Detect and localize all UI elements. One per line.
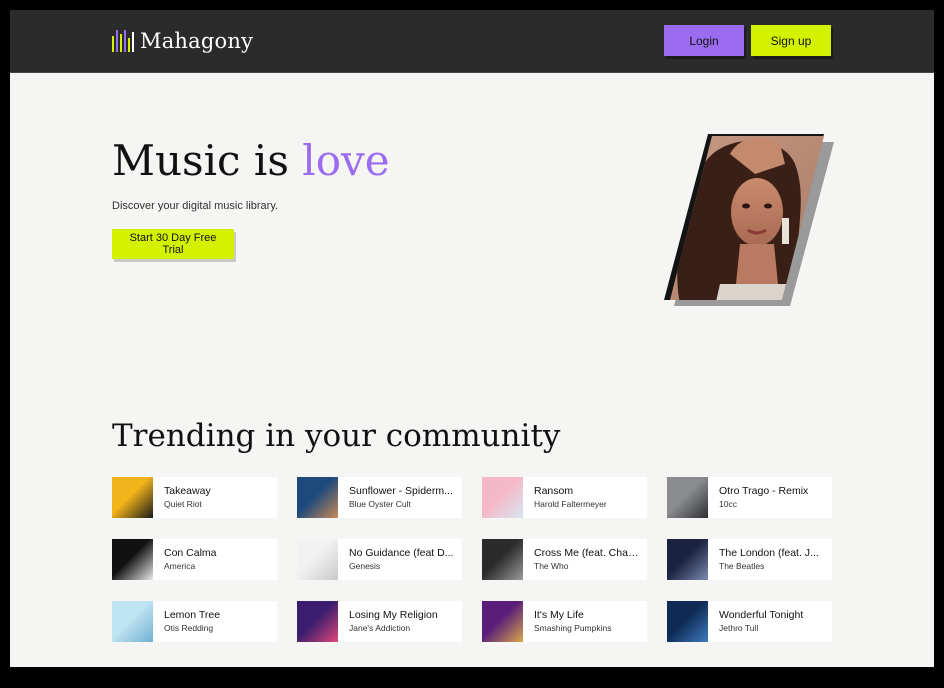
track-title: Con Calma xyxy=(164,547,217,559)
track-artist: Jane's Addiction xyxy=(349,623,411,633)
track-card[interactable]: Ransom Harold Faltermeyer xyxy=(482,477,647,518)
app-window: Mahagony Login Sign up Music is love Dis… xyxy=(10,10,934,667)
track-artist: Harold Faltermeyer xyxy=(534,499,607,509)
track-title: Ransom xyxy=(534,485,574,497)
login-button[interactable]: Login xyxy=(664,25,744,56)
album-cover xyxy=(482,539,523,580)
album-cover xyxy=(482,477,523,518)
track-artist: Blue Oyster Cult xyxy=(349,499,411,509)
equalizer-bars-icon xyxy=(112,30,134,52)
track-artist: The Who xyxy=(534,561,569,571)
free-trial-button[interactable]: Start 30 Day Free Trial xyxy=(112,229,234,259)
track-artist: America xyxy=(164,561,196,571)
hero-subtitle: Discover your digital music library. xyxy=(112,200,279,212)
hero-title: Music is love xyxy=(112,136,390,185)
track-card[interactable]: No Guidance (feat D... Genesis xyxy=(297,539,462,580)
track-title: It's My Life xyxy=(534,609,584,621)
album-cover xyxy=(112,601,153,642)
trending-title: Trending in your community xyxy=(112,418,561,454)
artist-portrait-image xyxy=(664,134,834,306)
track-card[interactable]: Lemon Tree Otis Redding xyxy=(112,601,277,642)
track-title: Cross Me (feat. Chan... xyxy=(534,547,640,559)
track-artist: Smashing Pumpkins xyxy=(534,623,612,633)
hero-title-accent: love xyxy=(302,136,390,185)
hero-title-main: Music is xyxy=(112,136,303,185)
track-card[interactable]: Otro Trago - Remix 10cc xyxy=(667,477,832,518)
track-title: Losing My Religion xyxy=(349,609,438,621)
album-cover xyxy=(112,477,153,518)
track-title: Wonderful Tonight xyxy=(719,609,804,621)
top-nav: Mahagony Login Sign up xyxy=(10,10,934,73)
track-artist: Otis Redding xyxy=(164,623,214,633)
album-cover xyxy=(667,539,708,580)
track-card[interactable]: Takeaway Quiet Riot xyxy=(112,477,277,518)
track-card[interactable]: Wonderful Tonight Jethro Tull xyxy=(667,601,832,642)
track-title: Lemon Tree xyxy=(164,609,221,621)
album-cover xyxy=(667,601,708,642)
track-artist: Genesis xyxy=(349,561,381,571)
brand-name: Mahagony xyxy=(140,29,254,53)
track-card[interactable]: It's My Life Smashing Pumpkins xyxy=(482,601,647,642)
track-title: Takeaway xyxy=(164,485,211,497)
track-artist: Quiet Riot xyxy=(164,499,202,509)
signup-button[interactable]: Sign up xyxy=(751,25,831,56)
track-title: No Guidance (feat D... xyxy=(349,547,454,559)
track-artist: 10cc xyxy=(719,499,737,509)
track-card[interactable]: Cross Me (feat. Chan... The Who xyxy=(482,539,647,580)
album-cover xyxy=(112,539,153,580)
track-card[interactable]: Sunflower - Spiderm... Blue Oyster Cult xyxy=(297,477,462,518)
album-cover xyxy=(297,477,338,518)
track-title: Otro Trago - Remix xyxy=(719,485,809,497)
album-cover xyxy=(297,601,338,642)
brand-logo[interactable]: Mahagony xyxy=(112,28,253,54)
trending-grid: Takeaway Quiet Riot Sunflower - Spiderm..… xyxy=(112,477,832,642)
track-artist: Jethro Tull xyxy=(719,623,759,633)
track-title: The London (feat. J... xyxy=(719,547,819,559)
track-card[interactable]: Losing My Religion Jane's Addiction xyxy=(297,601,462,642)
track-card[interactable]: Con Calma America xyxy=(112,539,277,580)
track-title: Sunflower - Spiderm... xyxy=(349,485,453,497)
album-cover xyxy=(297,539,338,580)
album-cover xyxy=(482,601,523,642)
album-cover xyxy=(667,477,708,518)
track-card[interactable]: The London (feat. J... The Beatles xyxy=(667,539,832,580)
track-artist: The Beatles xyxy=(719,561,765,571)
